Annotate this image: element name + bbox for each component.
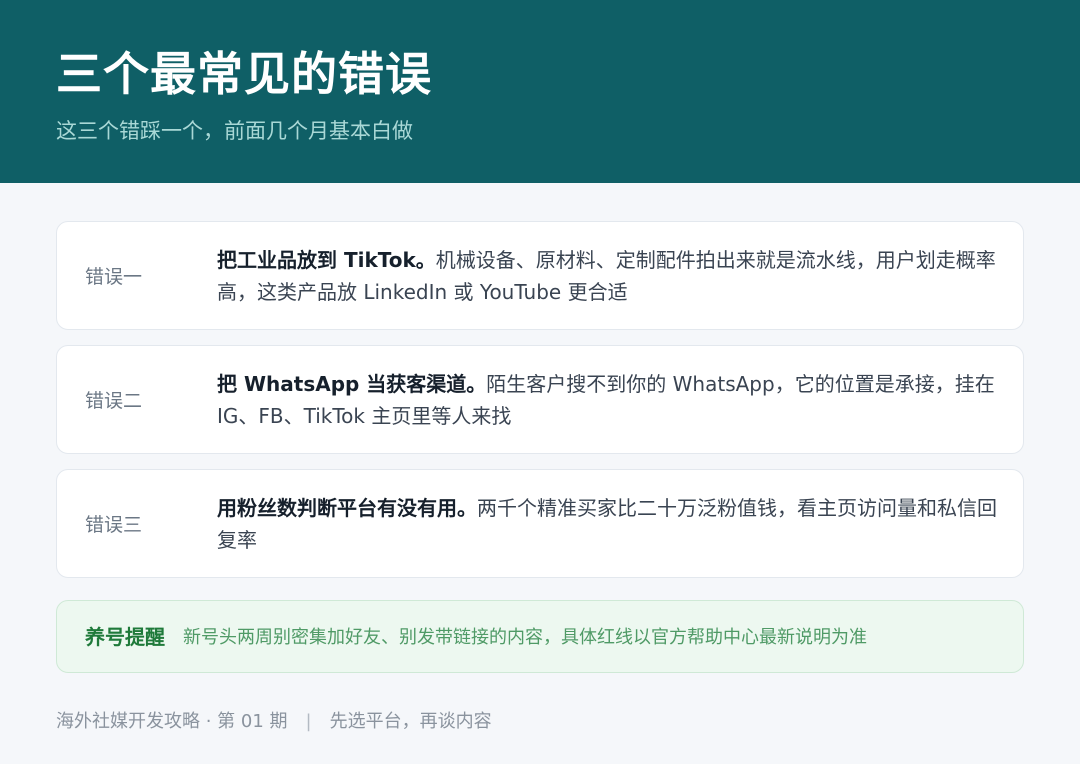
mistake-tag: 错误一 bbox=[85, 266, 143, 288]
mistake-body: 把工业品放到 TikTok。机械设备、原材料、定制配件拍出来就是流水线，用户划走… bbox=[217, 244, 1007, 308]
header-banner: 三个最常见的错误 这三个错踩一个，前面几个月基本白做 bbox=[0, 0, 1080, 183]
mistake-body: 用粉丝数判断平台有没有用。两千个精准买家比二十万泛粉值钱，看主页访问量和私信回复… bbox=[217, 492, 1007, 556]
footer-separator: | bbox=[305, 711, 312, 732]
mistake-card-1: 错误一 把工业品放到 TikTok。机械设备、原材料、定制配件拍出来就是流水线，… bbox=[56, 221, 1024, 330]
mistake-tag: 错误二 bbox=[85, 390, 143, 412]
mistake-card-2: 错误二 把 WhatsApp 当获客渠道。陌生客户搜不到你的 WhatsApp，… bbox=[56, 345, 1024, 454]
page-subtitle: 这三个错踩一个，前面几个月基本白做 bbox=[56, 119, 413, 143]
tip-callout: 养号提醒 新号头两周别密集加好友、别发带链接的内容，具体红线以官方帮助中心最新说… bbox=[56, 600, 1024, 673]
mistake-lead: 用粉丝数判断平台有没有用。 bbox=[217, 496, 477, 520]
tip-label: 养号提醒 bbox=[85, 625, 165, 649]
footer: 海外社媒开发攻略 · 第 01 期 | 先选平台，再谈内容 bbox=[56, 708, 492, 736]
mistake-body: 把 WhatsApp 当获客渠道。陌生客户搜不到你的 WhatsApp，它的位置… bbox=[217, 368, 1007, 432]
footer-tagline: 先选平台，再谈内容 bbox=[329, 711, 492, 732]
footer-series: 海外社媒开发攻略 · 第 01 期 bbox=[56, 711, 288, 732]
page-title: 三个最常见的错误 bbox=[56, 47, 432, 101]
tip-text: 新号头两周别密集加好友、别发带链接的内容，具体红线以官方帮助中心最新说明为准 bbox=[183, 627, 867, 648]
mistake-tag: 错误三 bbox=[85, 514, 143, 536]
mistake-card-3: 错误三 用粉丝数判断平台有没有用。两千个精准买家比二十万泛粉值钱，看主页访问量和… bbox=[56, 469, 1024, 578]
mistake-lead: 把工业品放到 TikTok。 bbox=[217, 248, 436, 272]
mistake-lead: 把 WhatsApp 当获客渠道。 bbox=[217, 372, 487, 396]
